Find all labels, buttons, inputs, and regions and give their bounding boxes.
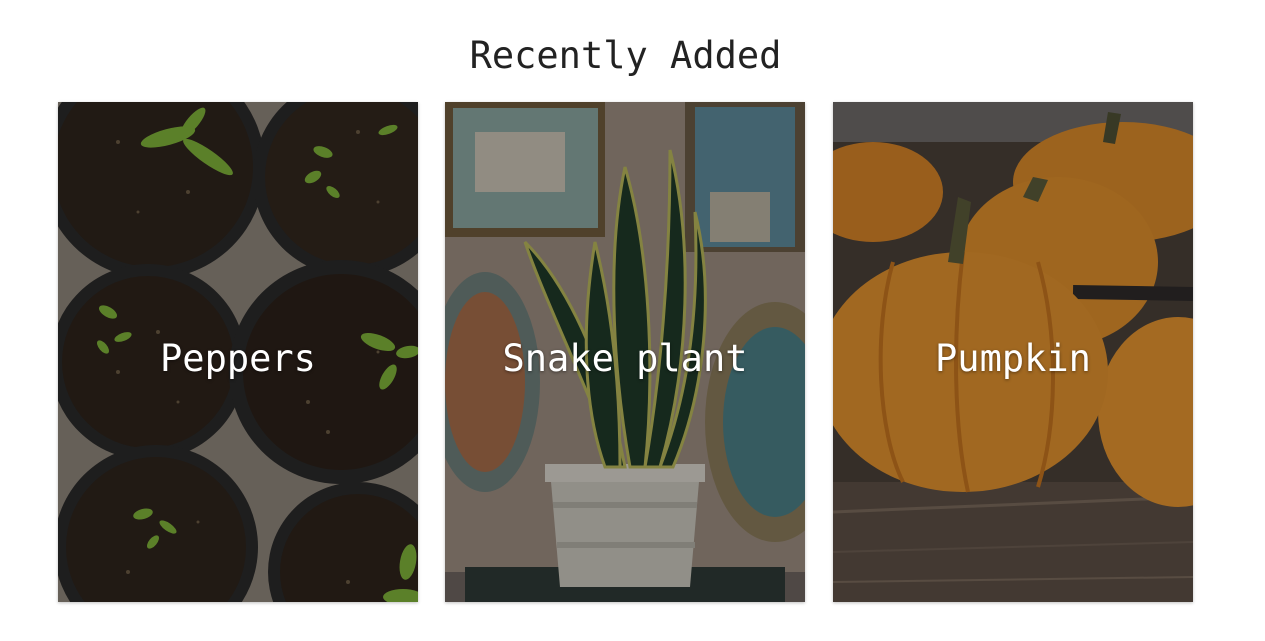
section-title: Recently Added <box>469 34 782 77</box>
card-label: Snake plant <box>502 337 748 380</box>
card-label: Pumpkin <box>935 337 1091 380</box>
card-peppers[interactable]: Peppers <box>58 102 418 602</box>
card-snake-plant[interactable]: Snake plant <box>445 102 805 602</box>
card-label: Peppers <box>160 337 316 380</box>
card-pumpkin[interactable]: Pumpkin <box>833 102 1193 602</box>
